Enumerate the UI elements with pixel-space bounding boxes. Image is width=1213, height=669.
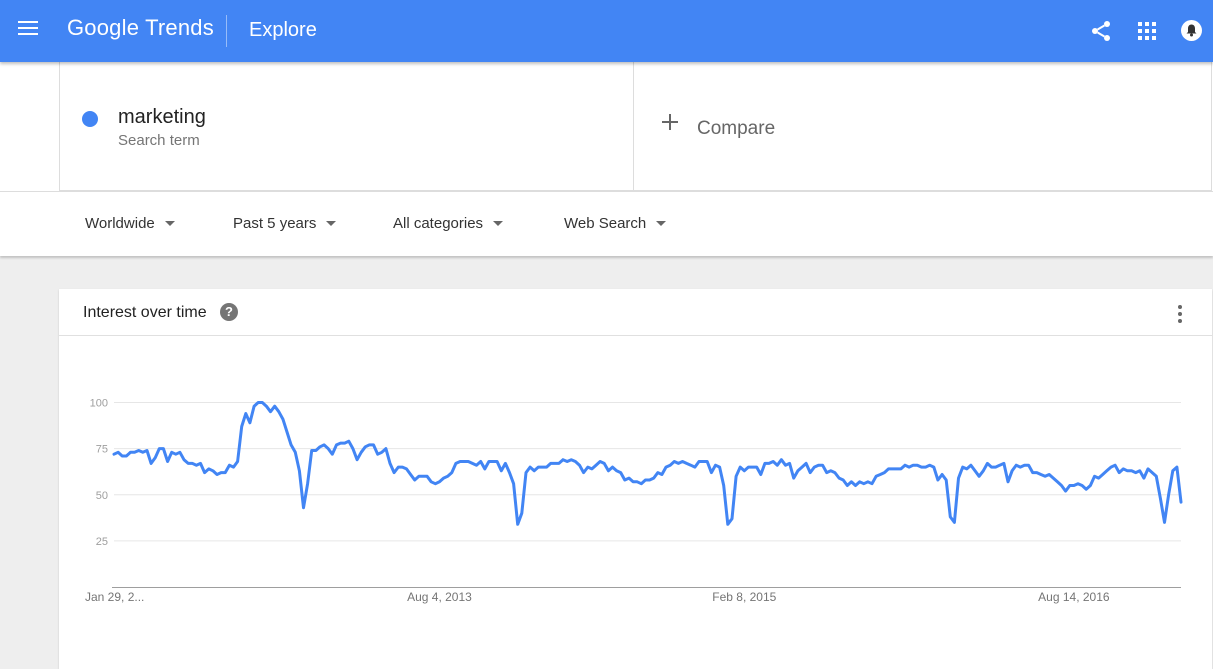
x-tick-label: Jan 29, 2...: [85, 590, 144, 604]
interest-chart[interactable]: 25 50 75 100 Jan 29, 2... Aug 4, 2013 Feb 8, 2…: [59, 337, 1212, 669]
page-title: Explore: [249, 19, 317, 41]
y-tick-label: 25: [96, 536, 108, 548]
search-terms-area: marketing Search term Compare: [0, 62, 1213, 191]
search-term-type: Search term: [118, 132, 200, 149]
card-title: Interest over time: [83, 304, 207, 321]
search-type-dropdown[interactable]: Web Search: [564, 215, 667, 232]
plus-icon: [662, 114, 678, 130]
compare-label: Compare: [697, 118, 776, 139]
y-tick-label: 75: [96, 444, 108, 456]
dropdown-arrow-icon: [656, 220, 667, 226]
compare-button[interactable]: Compare: [634, 62, 1212, 191]
google-trends-logo[interactable]: Google Trends: [67, 15, 214, 41]
category-dropdown[interactable]: All categories: [393, 215, 504, 232]
y-tick-label: 100: [90, 398, 108, 410]
search-term-name: marketing: [118, 106, 206, 128]
logo-google: Google: [67, 15, 140, 40]
dropdown-arrow-icon: [326, 220, 337, 226]
header-divider: [226, 15, 227, 47]
menu-icon[interactable]: [18, 21, 38, 35]
series-color-dot: [82, 111, 98, 127]
logo-trends: Trends: [145, 15, 214, 40]
filter-bar: Worldwide Past 5 years All categories We…: [0, 191, 1213, 256]
series-line-marketing: [112, 401, 1183, 526]
notifications-icon[interactable]: [1181, 20, 1202, 41]
time-range-label: Past 5 years: [233, 215, 317, 232]
more-vert-icon[interactable]: [1177, 305, 1183, 323]
search-term-card[interactable]: marketing Search term: [59, 62, 634, 191]
dropdown-arrow-icon: [493, 220, 504, 226]
x-tick-label: Aug 4, 2013: [407, 590, 472, 604]
card-header: Interest over time ?: [59, 289, 1212, 336]
y-tick-label: 50: [96, 490, 108, 502]
category-label: All categories: [393, 215, 484, 232]
time-range-dropdown[interactable]: Past 5 years: [233, 215, 337, 232]
help-icon[interactable]: ?: [220, 303, 238, 321]
dropdown-arrow-icon: [164, 220, 175, 226]
region-dropdown[interactable]: Worldwide: [85, 215, 175, 232]
share-icon[interactable]: [1089, 19, 1113, 43]
search-type-label: Web Search: [564, 215, 647, 232]
x-tick-label: Feb 8, 2015: [712, 590, 776, 604]
x-tick-label: Aug 14, 2016: [1038, 590, 1110, 604]
top-app-bar: Google Trends Explore: [0, 0, 1213, 62]
interest-over-time-card: Interest over time ? 25 50 75 100 Jan 29, 2.…: [59, 289, 1212, 669]
apps-icon[interactable]: [1138, 22, 1156, 40]
region-label: Worldwide: [85, 215, 155, 232]
